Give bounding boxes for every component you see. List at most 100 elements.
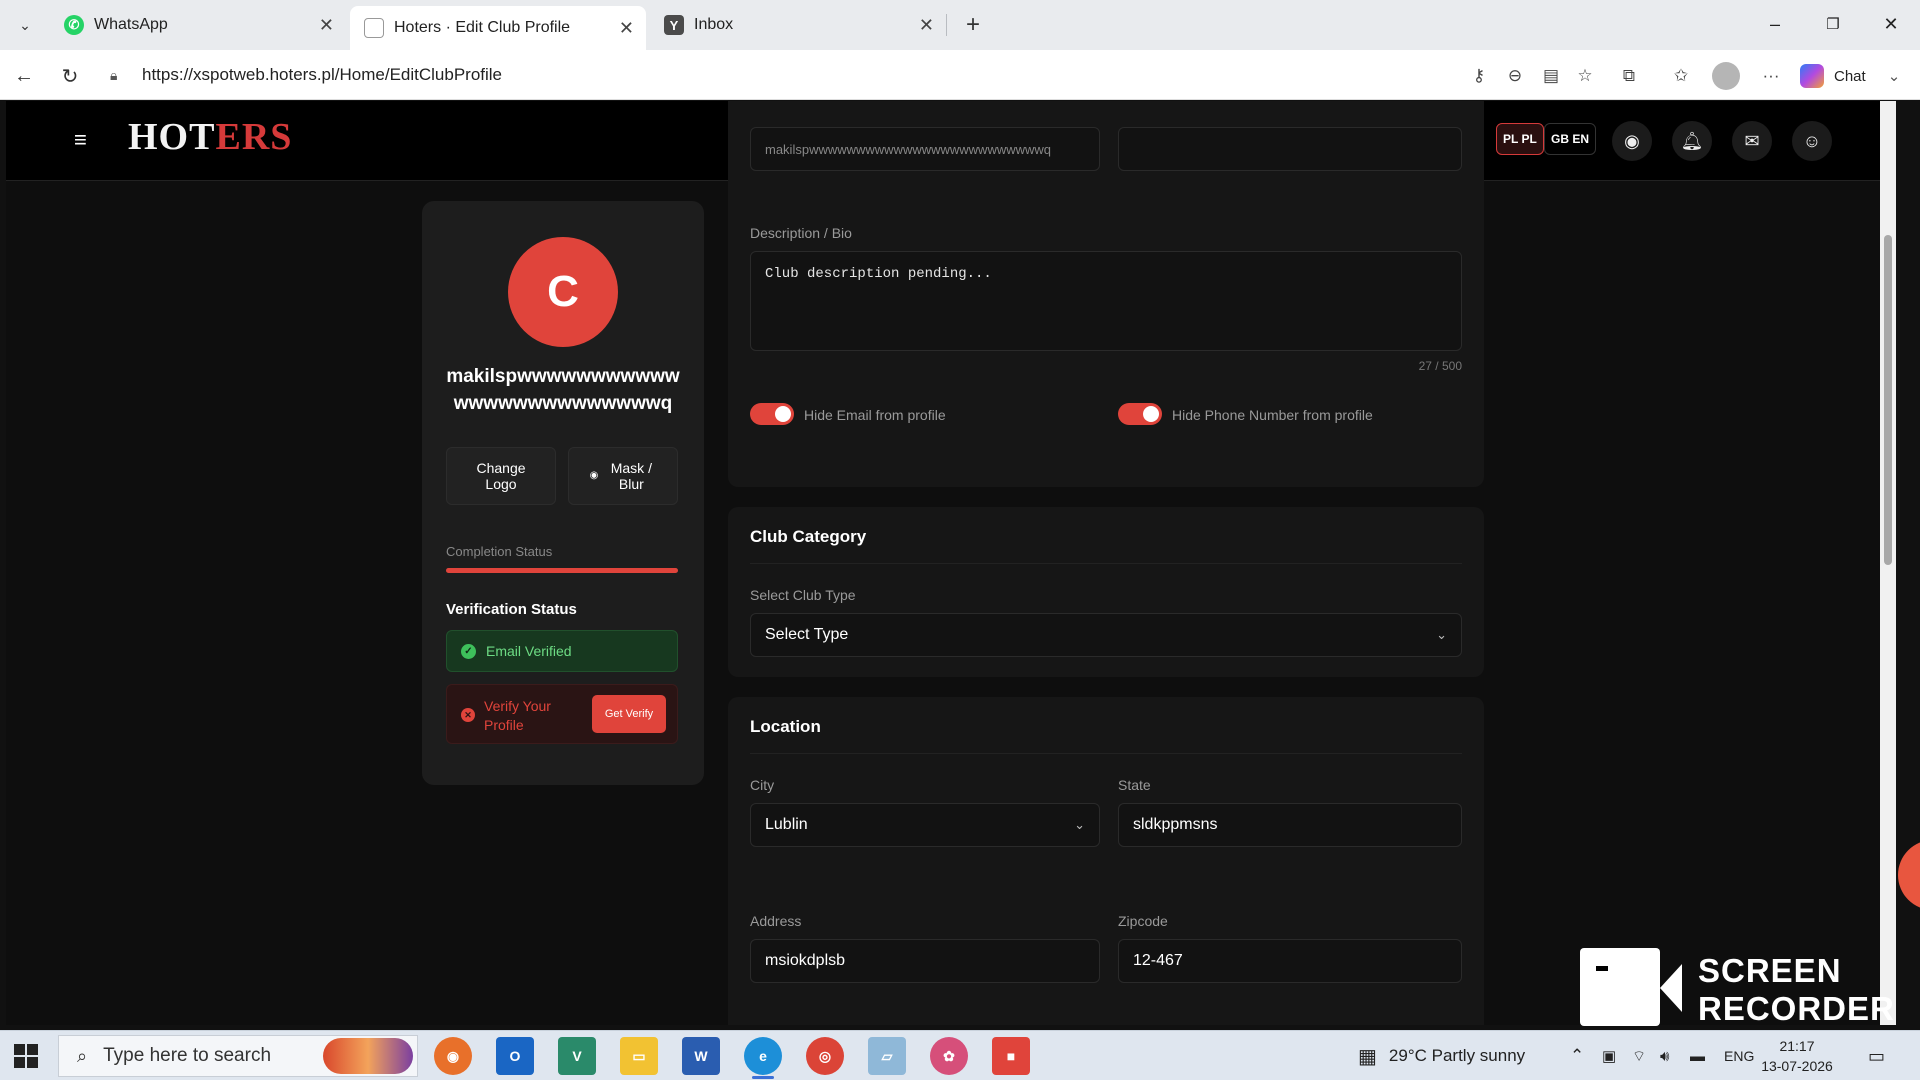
- section-divider: [750, 753, 1462, 754]
- chrome-icon[interactable]: ◎: [806, 1037, 844, 1075]
- zipcode-label: Zipcode: [1118, 913, 1168, 929]
- reader-icon[interactable]: ▤: [1538, 63, 1564, 89]
- word-icon[interactable]: W: [682, 1037, 720, 1075]
- mask-blur-button[interactable]: ◉ Mask / Blur: [568, 447, 678, 505]
- completion-progress-bar: [446, 568, 678, 573]
- zipcode-input[interactable]: 12-467: [1118, 939, 1462, 983]
- tab-whatsapp[interactable]: ✆ WhatsApp ✕: [50, 6, 346, 44]
- back-arrow-icon[interactable]: ←: [8, 60, 40, 92]
- windows-start-icon[interactable]: [14, 1044, 38, 1068]
- meet-now-icon[interactable]: ▣: [1602, 1031, 1616, 1080]
- scrollbar-thumb[interactable]: [1884, 235, 1892, 565]
- tab-actions-menu-button[interactable]: ⌄: [8, 10, 42, 40]
- get-verify-button[interactable]: Get Verify: [592, 695, 666, 733]
- tab-hoters[interactable]: Hoters · Edit Club Profile ✕: [350, 6, 646, 50]
- bell-icon[interactable]: 🔔︎: [1672, 121, 1712, 161]
- bio-char-counter: 27 / 500: [1418, 359, 1462, 373]
- input-language[interactable]: ENG: [1724, 1031, 1754, 1080]
- location-panel: Location City Lublin ⌄ State sldkppmsns …: [728, 697, 1484, 1025]
- network-icon[interactable]: ⌔: [1632, 1031, 1646, 1080]
- close-icon[interactable]: ✕: [919, 15, 934, 36]
- screen-recorder-app-icon[interactable]: ■: [992, 1037, 1030, 1075]
- more-options-icon[interactable]: ···: [1758, 63, 1784, 89]
- notifications-icon[interactable]: ▭: [1868, 1031, 1885, 1080]
- change-logo-button[interactable]: Change Logo: [446, 447, 556, 505]
- url-field[interactable]: 🔒︎ https://xspotweb.hoters.pl/Home/EditC…: [96, 57, 1456, 93]
- language-pl-button[interactable]: PL PL: [1496, 123, 1544, 155]
- recorder-text-line2: RECORDER: [1698, 990, 1895, 1027]
- phone-input[interactable]: [1118, 127, 1462, 171]
- close-window-button[interactable]: ✕: [1868, 8, 1914, 40]
- zoom-icon[interactable]: ⊖: [1502, 63, 1528, 89]
- basic-info-panel: makilspwwwwwwwwwwwwwwwwwwwwwwwwwq Descri…: [728, 101, 1484, 487]
- club-name-input[interactable]: makilspwwwwwwwwwwwwwwwwwwwwwwwwwq: [750, 127, 1100, 171]
- minimize-button[interactable]: –: [1752, 8, 1798, 40]
- edge-icon[interactable]: e: [744, 1037, 782, 1079]
- taskbar-clock[interactable]: 21:17 13-07-2026: [1752, 1036, 1842, 1076]
- camera-icon[interactable]: ◉: [1612, 121, 1652, 161]
- language-en-button[interactable]: GB EN: [1544, 123, 1597, 155]
- file-explorer-icon[interactable]: ▭: [620, 1037, 658, 1075]
- city-value: Lublin: [765, 816, 808, 833]
- club-name-heading: makilspwwwwwwwwwwwwwwwwwwwwwwwwwq: [446, 366, 680, 414]
- club-avatar: C: [508, 237, 618, 347]
- tab-divider: [946, 14, 947, 36]
- firefox-icon[interactable]: ◉: [434, 1037, 472, 1075]
- extensions-icon[interactable]: ⧉: [1616, 63, 1642, 89]
- messenger-icon[interactable]: ✉: [1732, 121, 1772, 161]
- battery-icon[interactable]: ▬: [1690, 1031, 1705, 1080]
- copilot-icon: [1800, 64, 1824, 88]
- visual-studio-icon[interactable]: V: [558, 1037, 596, 1075]
- tab-label: Inbox: [694, 16, 734, 33]
- profile-avatar-icon[interactable]: [1712, 62, 1740, 90]
- copilot-chat-button[interactable]: Chat ⌄: [1800, 61, 1900, 91]
- favorite-star-icon[interactable]: ☆: [1572, 63, 1598, 89]
- state-input[interactable]: sldkppmsns: [1118, 803, 1462, 847]
- windows-taskbar: ⌕ Type here to search ◉ O V ▭ W e ◎ ▱ ✿ …: [0, 1030, 1920, 1080]
- logo-text-red: ERS: [215, 116, 293, 158]
- tray-overflow-icon[interactable]: ⌃: [1570, 1031, 1584, 1080]
- screen-recorder-watermark: SCREEN RECORDER: [1580, 948, 1894, 1028]
- section-divider: [750, 563, 1462, 564]
- key-icon[interactable]: ⚷: [1466, 63, 1492, 89]
- bio-textarea[interactable]: Club description pending...: [750, 251, 1462, 351]
- close-icon[interactable]: ✕: [619, 18, 634, 39]
- page-scrollbar[interactable]: [1880, 101, 1896, 1025]
- state-label: State: [1118, 777, 1151, 793]
- hide-email-toggle[interactable]: [750, 403, 794, 425]
- hide-email-label: Hide Email from profile: [804, 407, 946, 423]
- weather-widget[interactable]: ▦ 29°C Partly sunny: [1358, 1031, 1525, 1080]
- notepad-icon[interactable]: ▱: [868, 1037, 906, 1075]
- club-category-title: Club Category: [750, 527, 867, 546]
- close-icon[interactable]: ✕: [319, 15, 334, 36]
- floating-chat-bubble[interactable]: [1898, 840, 1920, 910]
- club-type-select[interactable]: Select Type ⌄: [750, 613, 1462, 657]
- outlook-icon[interactable]: O: [496, 1037, 534, 1075]
- volume-icon[interactable]: 🔊︎: [1660, 1031, 1669, 1080]
- hoters-logo[interactable]: HOTERS: [128, 115, 292, 159]
- new-tab-button[interactable]: +: [958, 10, 988, 40]
- taskbar-search-placeholder: Type here to search: [103, 1045, 272, 1066]
- tab-label: WhatsApp: [94, 16, 168, 33]
- favorites-icon[interactable]: ✩: [1668, 63, 1694, 89]
- restore-button[interactable]: ❐: [1810, 8, 1856, 40]
- website-viewport: ≡ HOTERS ⌕ PL PL GB EN ◉ 🔔︎ ✉ ☺ C makils…: [6, 101, 1896, 1025]
- yahoo-icon: Y: [664, 15, 684, 35]
- user-account-icon[interactable]: ☺: [1792, 121, 1832, 161]
- tab-inbox[interactable]: Y Inbox ✕: [650, 6, 946, 44]
- hide-phone-toggle[interactable]: [1118, 403, 1162, 425]
- chevron-down-icon[interactable]: ⌄: [1888, 67, 1901, 85]
- completion-status-label: Completion Status: [446, 544, 553, 559]
- club-type-label: Select Club Type: [750, 587, 856, 603]
- chevron-down-icon: ⌄: [1436, 627, 1447, 642]
- refresh-icon[interactable]: ↻: [54, 60, 86, 92]
- check-circle-icon: ✓: [461, 643, 476, 659]
- taskbar-search-box[interactable]: ⌕ Type here to search: [58, 1035, 418, 1077]
- paint-icon[interactable]: ✿: [930, 1037, 968, 1075]
- address-input[interactable]: msiokdplsb: [750, 939, 1100, 983]
- recorder-text-line1: SCREEN: [1698, 952, 1842, 989]
- video-camera-icon: [1580, 948, 1660, 1026]
- hamburger-menu-icon[interactable]: ≡: [74, 129, 96, 151]
- city-select[interactable]: Lublin ⌄: [750, 803, 1100, 847]
- weather-icon: ▦: [1358, 1045, 1377, 1068]
